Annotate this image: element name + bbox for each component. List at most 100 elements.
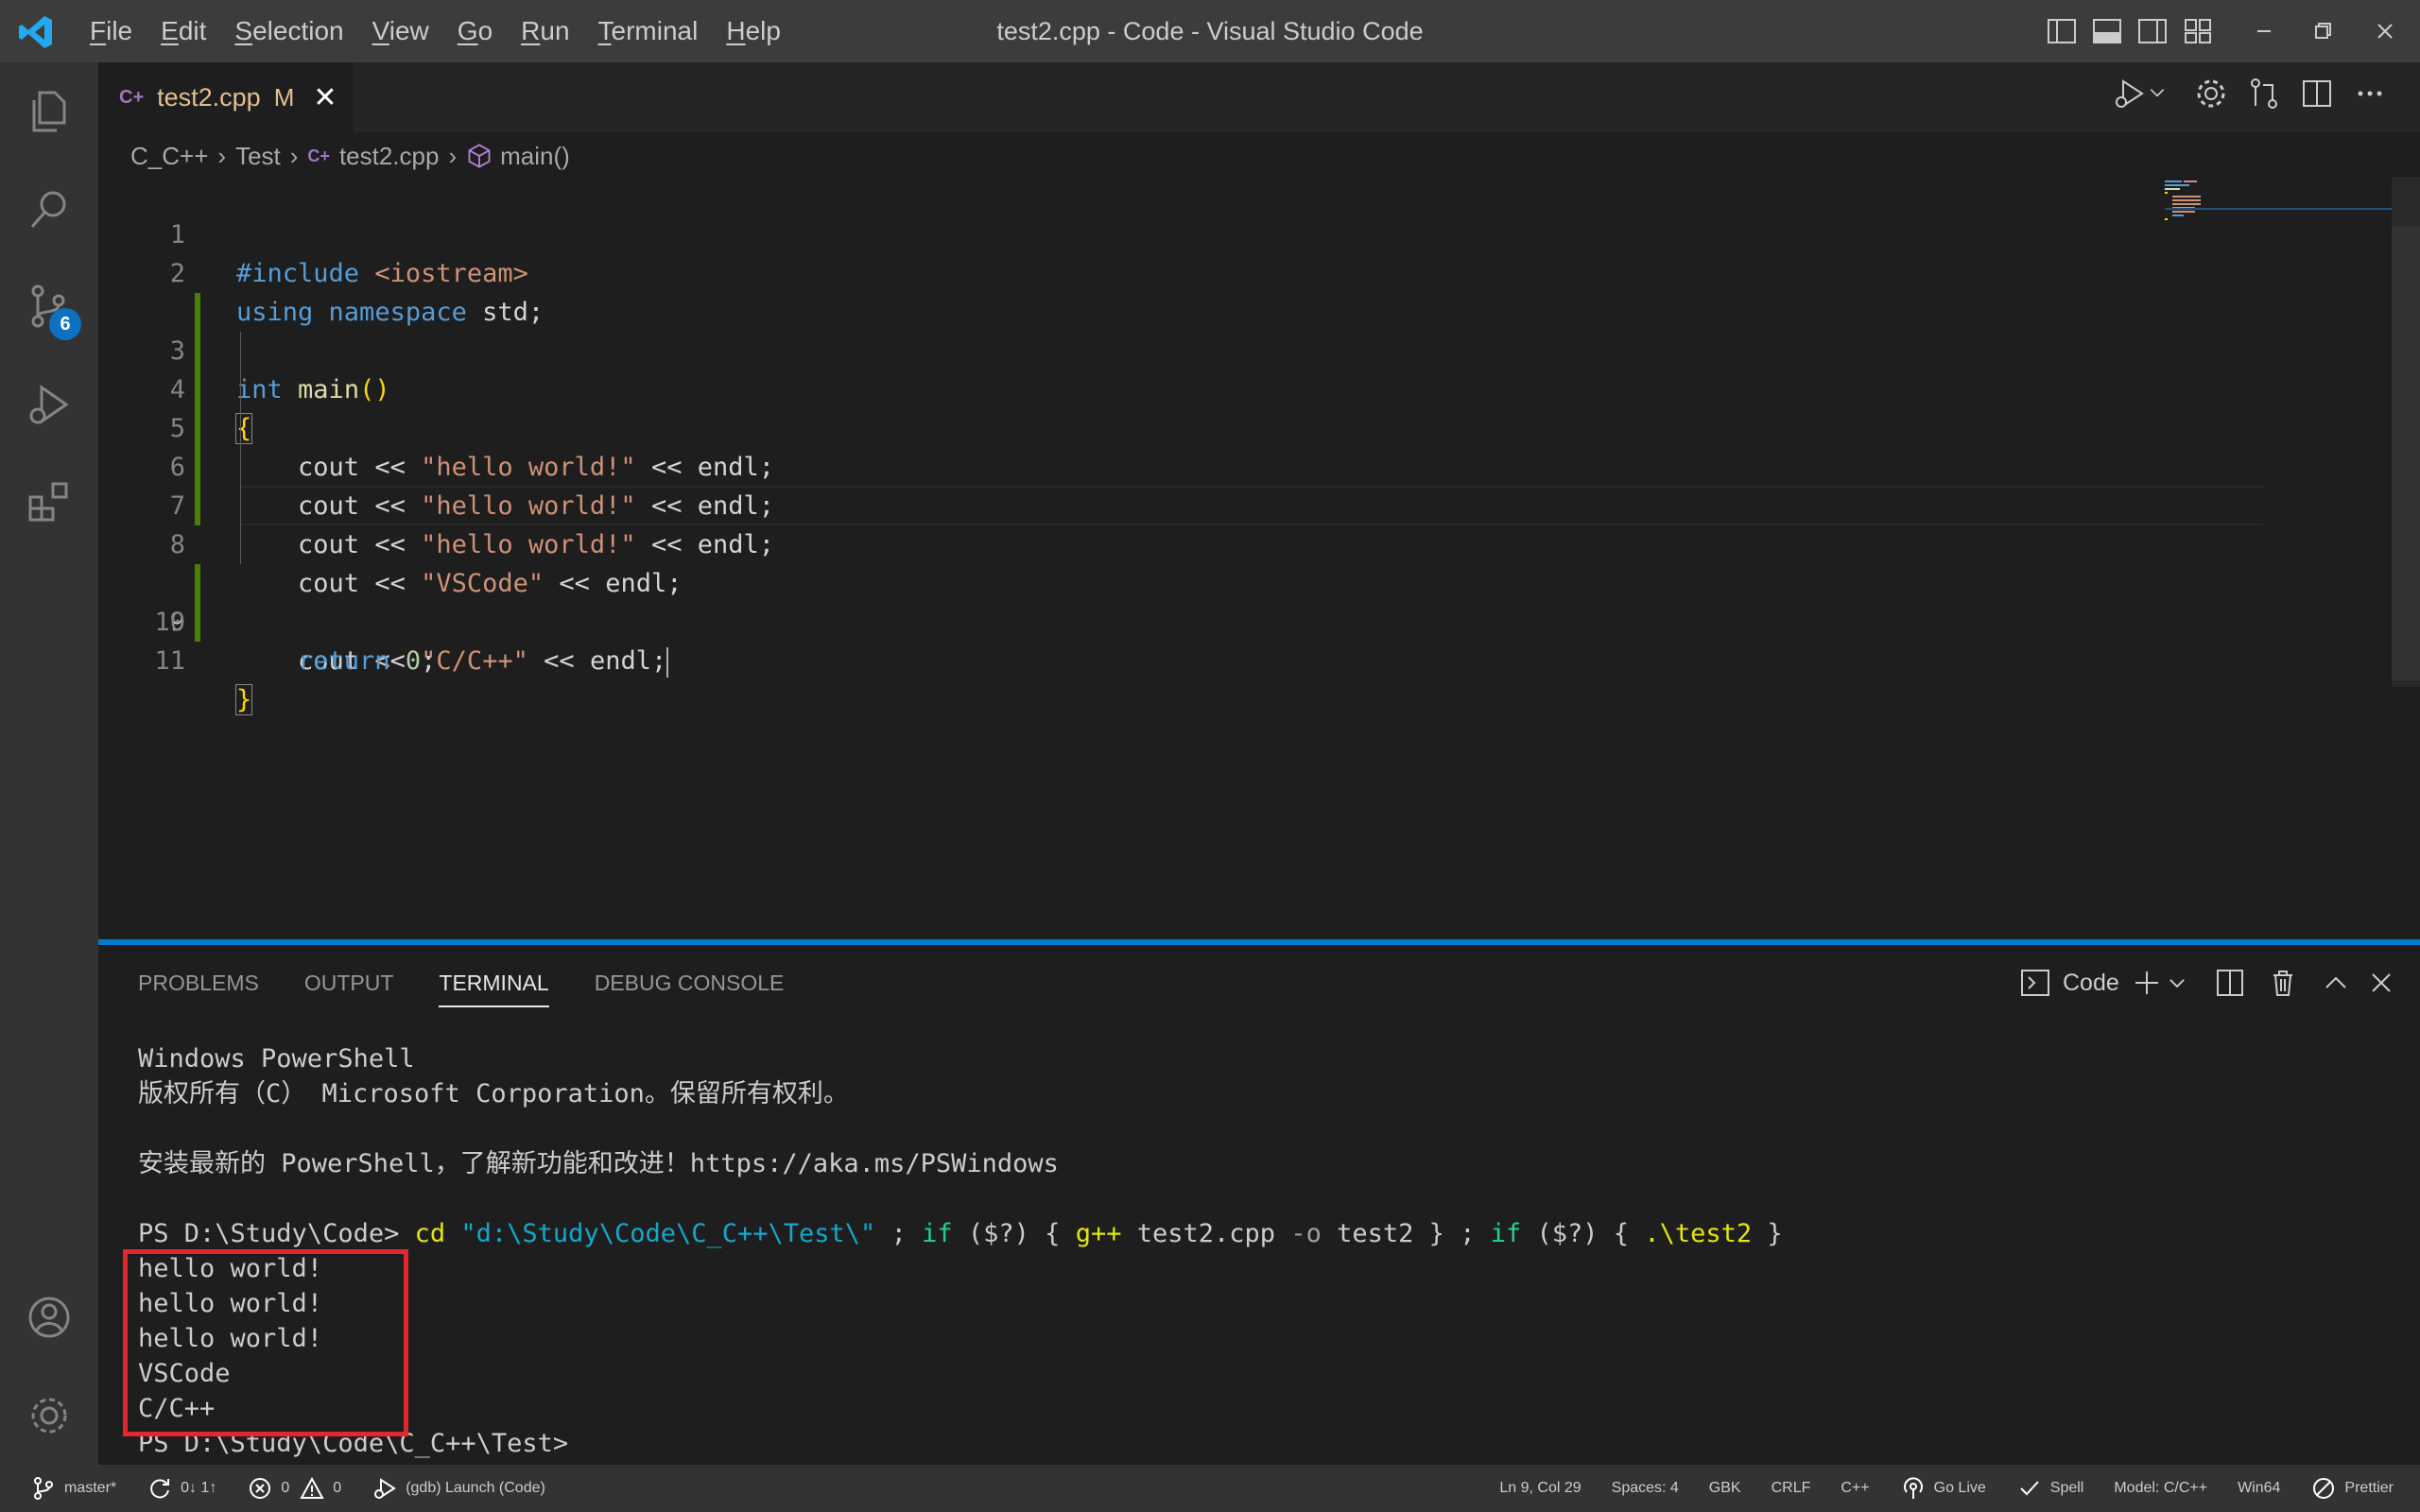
customize-layout-icon[interactable] [2182, 15, 2214, 47]
cursor-position[interactable]: Ln 9, Col 29 [1484, 1465, 1596, 1512]
breadcrumb-item[interactable]: C_C++ [130, 142, 208, 171]
program-output-line: hello world! [138, 1324, 323, 1353]
code-editor[interactable]: 1 #include <iostream> 2 using namespace … [98, 177, 2263, 715]
editor-tabs-bar [98, 62, 2420, 132]
minimap[interactable] [2165, 177, 2392, 224]
program-output-line: C/C++ [138, 1394, 216, 1423]
terminal-output[interactable]: Windows PowerShell 版权所有（C） Microsoft Cor… [138, 1041, 2388, 1461]
terminal-icon [2021, 970, 2049, 996]
menu-help[interactable]: Help [712, 16, 795, 46]
search-icon[interactable] [0, 161, 98, 259]
code-line: 2 using namespace std; [98, 215, 2159, 327]
toggle-panel-icon[interactable] [2091, 15, 2123, 47]
chevron-right-icon: › [289, 141, 299, 170]
minimize-icon[interactable] [2248, 15, 2280, 47]
kill-terminal-trash-icon[interactable] [2267, 962, 2299, 1004]
tab-test2-cpp[interactable]: C+ test2.cpp M ✕ [98, 62, 354, 132]
restore-icon[interactable] [2307, 15, 2339, 47]
open-changes-icon[interactable] [2246, 76, 2288, 117]
sync-status[interactable]: 0↓ 1↑ [131, 1465, 232, 1512]
new-terminal-icon[interactable] [2131, 962, 2163, 1004]
menu-run[interactable]: Run [507, 16, 583, 46]
end-of-line[interactable]: CRLF [1756, 1465, 1826, 1512]
split-terminal-icon[interactable] [2214, 962, 2246, 1004]
menu-go[interactable]: Go [443, 16, 507, 46]
encoding[interactable]: GBK [1694, 1465, 1756, 1512]
maximize-panel-icon[interactable] [2320, 962, 2352, 1004]
menu-terminal[interactable]: Terminal [584, 16, 713, 46]
indent-guide [240, 332, 241, 564]
terminal-line: 安装最新的 PowerShell，了解新功能和改进！https://aka.ms… [138, 1149, 1059, 1178]
toggle-primary-sidebar-icon[interactable] [2046, 15, 2078, 47]
tab-modified-status: M [273, 82, 295, 112]
menu-bar: File Edit Selection View Go Run Terminal… [76, 0, 795, 62]
more-actions-icon[interactable] [2352, 76, 2394, 117]
split-editor-icon[interactable] [2299, 76, 2341, 117]
git-branch-icon [34, 1477, 53, 1500]
problems-status[interactable]: 0 0 [232, 1465, 356, 1512]
tab-filename: test2.cpp [157, 82, 261, 112]
terminal-line: 版权所有（C） Microsoft Corporation。保留所有权利。 [138, 1079, 849, 1108]
output-highlight-box [123, 1249, 408, 1436]
menu-view[interactable]: View [358, 16, 443, 46]
vscode-logo-icon [17, 13, 55, 51]
program-output-line: VSCode [138, 1359, 231, 1388]
check-icon [2020, 1481, 2039, 1496]
panel-tabs: PROBLEMS OUTPUT TERMINAL DEBUG CONSOLE [138, 954, 829, 1011]
breadcrumb-item[interactable]: main() [500, 142, 570, 171]
run-debug-icon[interactable] [0, 355, 98, 454]
editor-scrollbar-thumb[interactable] [2392, 227, 2420, 680]
breadcrumb-item[interactable]: test2.cpp [339, 142, 440, 171]
accounts-icon[interactable] [0, 1268, 98, 1366]
breadcrumb-item[interactable]: Test [235, 142, 281, 171]
debug-icon [374, 1478, 397, 1499]
close-panel-icon[interactable] [2365, 962, 2397, 1004]
tab-output[interactable]: OUTPUT [304, 954, 394, 1011]
debug-launch-status[interactable]: (gdb) Launch (Code) [356, 1465, 561, 1512]
indentation[interactable]: Spaces: 4 [1597, 1465, 1694, 1512]
prettier-disabled-icon [2313, 1478, 2335, 1499]
program-output-line: hello world! [138, 1289, 323, 1318]
tab-debug-console[interactable]: DEBUG CONSOLE [595, 954, 785, 1011]
title-bar: File Edit Selection View Go Run Terminal… [0, 0, 2420, 62]
method-cube-icon [468, 144, 491, 168]
settings-gear-icon[interactable] [2193, 76, 2235, 117]
cpp-file-icon: C+ [119, 86, 145, 108]
extensions-icon[interactable] [0, 452, 98, 550]
menu-edit[interactable]: Edit [147, 16, 220, 46]
text-cursor [666, 646, 669, 678]
spell-check[interactable]: Spell [2001, 1465, 2100, 1512]
platform[interactable]: Win64 [2222, 1465, 2295, 1512]
code-line: 7 cout << "hello world!" << endl; [98, 409, 2159, 559]
sync-icon [150, 1479, 170, 1499]
toggle-secondary-sidebar-icon[interactable] [2136, 15, 2169, 47]
manage-gear-icon[interactable] [0, 1366, 98, 1465]
intellisense-model[interactable]: Model: C/C++ [2099, 1465, 2222, 1512]
code-line: 3 int main() [98, 254, 2159, 404]
terminal-selector[interactable]: Code [2019, 962, 2119, 1004]
menu-selection[interactable]: Selection [220, 16, 357, 46]
chevron-right-icon: › [448, 141, 458, 170]
menu-file[interactable]: File [76, 16, 147, 46]
code-line: 1 #include <iostream> [98, 177, 2159, 288]
source-control-icon[interactable] [0, 257, 98, 355]
terminal-command-line: PS D:\Study\Code> cd "d:\Study\Code\C_C+… [138, 1219, 1783, 1248]
tab-close-icon[interactable]: ✕ [313, 81, 337, 114]
close-window-icon[interactable] [2369, 15, 2401, 47]
tab-problems[interactable]: PROBLEMS [138, 954, 259, 1011]
terminal-name: Code [2063, 969, 2119, 996]
explorer-icon[interactable] [0, 62, 98, 161]
prettier-status[interactable]: Prettier [2295, 1465, 2409, 1512]
language-mode[interactable]: C++ [1825, 1465, 1884, 1512]
status-bar-left: master* 0↓ 1↑ 0 0 (gdb) Launch (Code) [15, 1465, 561, 1512]
terminal-dropdown-icon[interactable] [2167, 962, 2187, 1004]
branch-status[interactable]: master* [15, 1465, 131, 1512]
go-live-button[interactable]: Go Live [1885, 1465, 2001, 1512]
tab-terminal[interactable]: TERMINAL [439, 954, 549, 1011]
run-dropdown-icon[interactable] [2148, 83, 2170, 125]
code-line: 4 { [98, 293, 2159, 444]
line-number: 11 [154, 646, 185, 676]
terminal-line: Windows PowerShell [138, 1044, 415, 1074]
